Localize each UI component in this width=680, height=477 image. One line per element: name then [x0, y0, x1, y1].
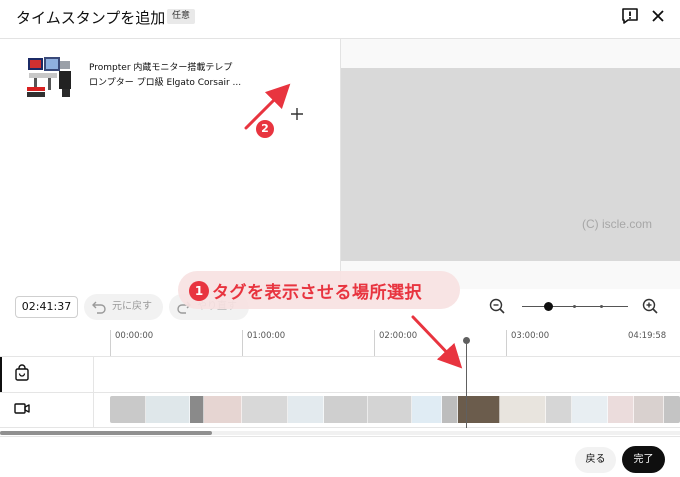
optional-badge: 任意 — [167, 9, 196, 24]
ruler-tick: 00:00:00 — [110, 330, 153, 356]
track-divider — [0, 356, 680, 357]
filmstrip-frame — [146, 396, 190, 423]
close-icon[interactable] — [648, 6, 668, 26]
zoom-step — [600, 305, 603, 308]
filmstrip-frame — [458, 396, 500, 423]
filmstrip-frame — [110, 396, 146, 423]
undo-button[interactable]: 元に戻す — [84, 294, 163, 320]
filmstrip-frame — [634, 396, 664, 423]
filmstrip-frame — [242, 396, 288, 423]
video-camera-icon — [14, 403, 30, 414]
filmstrip-frame — [288, 396, 324, 423]
zoom-slider-knob[interactable] — [544, 302, 553, 311]
feedback-icon[interactable] — [620, 6, 640, 26]
track-divider — [0, 392, 680, 393]
playhead-handle[interactable] — [463, 337, 470, 344]
video-preview-panel: (C) iscle.com — [341, 39, 680, 289]
filmstrip-frame — [324, 396, 368, 423]
product-title: Prompter 内蔵モニター搭載テレプ ロンプター プロ級 Elgato Co… — [89, 61, 249, 91]
annotation-text: タグを表示させる場所選択 — [212, 283, 422, 303]
track-divider — [0, 427, 680, 428]
selected-track-marker — [0, 357, 2, 392]
track-header-divider — [93, 356, 94, 428]
filmstrip-frame — [204, 396, 242, 423]
ruler-tick: 03:00:00 — [506, 330, 549, 356]
playhead[interactable] — [466, 342, 467, 428]
timeline-scrollbar-thumb[interactable] — [0, 431, 212, 435]
zoom-step — [573, 305, 576, 308]
ruler-tick: 01:00:00 — [242, 330, 285, 356]
done-button[interactable]: 完了 — [622, 446, 665, 473]
product-thumbnail — [26, 55, 76, 99]
filmstrip-frame — [664, 396, 680, 423]
zoom-out-icon[interactable] — [488, 297, 506, 315]
dialog-header: タイムスタンプを追加 任意 — [0, 0, 680, 38]
annotation-step-1: 1 — [189, 281, 209, 301]
video-filmstrip[interactable] — [110, 396, 680, 423]
product-panel: Prompter 内蔵モニター搭載テレプ ロンプター プロ級 Elgato Co… — [0, 39, 340, 289]
current-time-field[interactable]: 02:41:37 — [15, 296, 78, 318]
ruler-tick: 04:19:58 — [628, 331, 667, 341]
undo-label: 元に戻す — [112, 301, 152, 312]
filmstrip-frame — [190, 396, 204, 423]
plus-icon[interactable] — [289, 106, 305, 122]
undo-icon — [92, 301, 106, 314]
filmstrip-frame — [572, 396, 608, 423]
zoom-slider[interactable] — [522, 305, 628, 308]
annotation-step-2: 2 — [256, 120, 274, 138]
filmstrip-frame — [442, 396, 458, 423]
timeline-ruler[interactable]: 00:00:00 01:00:00 02:00:00 03:00:00 04:1… — [110, 326, 680, 356]
filmstrip-frame — [368, 396, 412, 423]
product-title-line2: ロンプター プロ級 Elgato Corsair ... — [89, 78, 242, 88]
back-button[interactable]: 戻る — [575, 447, 616, 473]
product-title-line1: Prompter 内蔵モニター搭載テレプ — [89, 63, 233, 73]
filmstrip-frame — [608, 396, 634, 423]
filmstrip-frame — [500, 396, 546, 423]
filmstrip-frame — [412, 396, 442, 423]
video-preview[interactable]: (C) iscle.com — [341, 68, 680, 261]
filmstrip-frame — [546, 396, 572, 423]
shopping-bag-icon — [15, 364, 29, 381]
dialog-title: タイムスタンプを追加 — [16, 9, 166, 27]
ruler-tick: 02:00:00 — [374, 330, 417, 356]
watermark: (C) iscle.com — [581, 217, 652, 231]
zoom-in-icon[interactable] — [641, 297, 659, 315]
footer-divider — [0, 436, 680, 437]
